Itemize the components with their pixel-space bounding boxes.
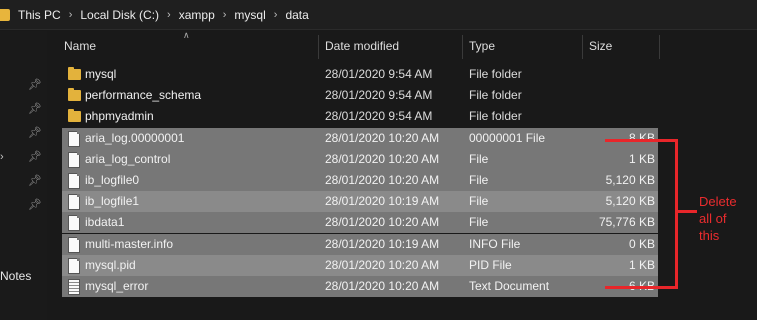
delete-annotation-text: Delete all of this: [699, 194, 737, 243]
navigation-pane: 📌︎ 📌︎ 📌︎ › 📌︎ 📌︎ 📌︎ Notes: [0, 31, 47, 320]
column-header-type[interactable]: Type: [469, 33, 495, 59]
folder-icon: [0, 8, 10, 21]
file-type: Text Document: [469, 279, 550, 293]
file-size: 75,776 KB: [598, 215, 655, 230]
annotation-bracket-top: [605, 139, 677, 142]
file-name: mysql_error: [85, 279, 149, 293]
file-row[interactable]: ibdata1 28/01/2020 10:20 AM File 75,776 KB: [62, 212, 658, 234]
pin-icon[interactable]: 📌︎: [28, 151, 42, 163]
file-type: PID File: [469, 257, 512, 272]
annotation-bracket-vertical: [675, 139, 678, 289]
column-header-size[interactable]: Size: [589, 33, 612, 59]
breadcrumb-xampp[interactable]: xampp: [179, 8, 215, 22]
file-row[interactable]: aria_log_control 28/01/2020 10:20 AM File 1…: [62, 148, 658, 170]
chevron-right-icon[interactable]: ›: [223, 9, 227, 21]
file-name: aria_log.00000001: [85, 130, 185, 145]
chevron-right-icon[interactable]: ›: [167, 9, 171, 21]
file-date-modified: 28/01/2020 10:20 AM: [325, 279, 440, 293]
file-row[interactable]: aria_log.00000001 28/01/2020 10:20 AM 0000…: [62, 127, 658, 149]
file-name: ib_logfile1: [85, 194, 140, 209]
breadcrumb-data[interactable]: data: [285, 8, 308, 22]
file-type: File: [469, 151, 489, 166]
address-breadcrumb[interactable]: This PC › Local Disk (C:) › xampp › mysq…: [0, 0, 757, 30]
breadcrumb-mysql[interactable]: mysql: [234, 8, 265, 22]
folder-icon: [68, 67, 81, 80]
pin-icon[interactable]: 📌︎: [28, 127, 42, 139]
file-date-modified: 28/01/2020 9:54 AM: [325, 88, 433, 103]
file-name: phpmyadmin: [85, 109, 154, 124]
file-size: 5,120 KB: [605, 194, 655, 209]
text-document-icon: [68, 279, 80, 295]
column-divider[interactable]: [659, 35, 660, 59]
file-icon: [68, 257, 80, 274]
breadcrumb-local-disk[interactable]: Local Disk (C:): [80, 8, 159, 22]
chevron-right-icon[interactable]: ›: [69, 9, 73, 21]
folder-icon: [68, 88, 81, 102]
file-name: performance_schema: [85, 88, 202, 103]
truncated-nav-item-icon: ›: [0, 151, 4, 163]
sidebar-item-notes[interactable]: Notes: [0, 269, 31, 283]
folder-icon: [68, 109, 81, 123]
file-date-modified: 28/01/2020 10:19 AM: [325, 194, 440, 209]
file-type: File: [469, 173, 489, 187]
file-date-modified: 28/01/2020 10:20 AM: [325, 151, 440, 166]
sort-ascending-icon: ∧: [183, 30, 190, 40]
file-size: 0 KB: [628, 236, 655, 251]
file-date-modified: 28/01/2020 10:20 AM: [325, 173, 440, 187]
column-header-date-modified[interactable]: Date modified: [325, 33, 399, 59]
column-divider[interactable]: [318, 35, 319, 59]
file-type: 00000001 File: [469, 130, 546, 145]
file-type: File folder: [469, 109, 522, 124]
file-row[interactable]: ib_logfile1 28/01/2020 10:19 AM File 5,120 …: [62, 191, 658, 213]
file-row[interactable]: mysql.pid 28/01/2020 10:20 AM PID File 1 KB: [62, 254, 658, 276]
file-size: 1 KB: [628, 151, 655, 166]
file-date-modified: 28/01/2020 10:20 AM: [325, 215, 440, 230]
file-name: mysql.pid: [85, 257, 136, 272]
file-icon: [68, 173, 80, 189]
file-icon: [68, 130, 80, 147]
file-name: mysql: [85, 67, 117, 81]
file-date-modified: 28/01/2020 10:20 AM: [325, 130, 440, 145]
pin-icon[interactable]: 📌︎: [28, 175, 42, 187]
file-icon: [68, 194, 80, 211]
file-name: multi-master.info: [85, 236, 174, 251]
pin-icon[interactable]: 📌︎: [28, 79, 42, 91]
file-row[interactable]: performance_schema 28/01/2020 9:54 AM File…: [62, 85, 658, 106]
column-divider[interactable]: [582, 35, 583, 59]
breadcrumb-this-pc[interactable]: This PC: [18, 8, 61, 22]
file-row[interactable]: mysql 28/01/2020 9:54 AM File folder: [62, 64, 658, 85]
file-row[interactable]: phpmyadmin 28/01/2020 9:54 AM File folder: [62, 106, 658, 127]
file-icon: [68, 236, 80, 253]
file-icon: [68, 151, 80, 168]
column-header: ∧ Name Date modified Type Size: [56, 30, 660, 59]
file-type: File: [469, 194, 489, 209]
file-row[interactable]: multi-master.info 28/01/2020 10:19 AM INFO…: [62, 233, 658, 255]
file-date-modified: 28/01/2020 9:54 AM: [325, 109, 433, 124]
file-type: File: [469, 215, 489, 230]
file-date-modified: 28/01/2020 10:19 AM: [325, 236, 440, 251]
file-date-modified: 28/01/2020 10:20 AM: [325, 257, 440, 272]
pin-icon[interactable]: 📌︎: [28, 199, 42, 211]
column-header-name[interactable]: Name: [64, 33, 96, 59]
file-icon: [68, 215, 80, 232]
file-date-modified: 28/01/2020 9:54 AM: [325, 67, 433, 81]
file-type: File folder: [469, 88, 522, 103]
annotation-bracket-tick: [677, 210, 697, 213]
pin-icon[interactable]: 📌︎: [28, 103, 42, 115]
file-size: 1 KB: [628, 257, 655, 272]
file-row[interactable]: ib_logfile0 28/01/2020 10:20 AM File 5,120 …: [62, 170, 658, 191]
file-name: aria_log_control: [85, 151, 171, 166]
file-row[interactable]: mysql_error 28/01/2020 10:20 AM Text Docum…: [62, 276, 658, 297]
column-divider[interactable]: [462, 35, 463, 59]
file-name: ib_logfile0: [85, 173, 140, 187]
file-type: File folder: [469, 67, 522, 81]
file-size: 5,120 KB: [605, 173, 655, 187]
chevron-right-icon[interactable]: ›: [274, 9, 278, 21]
annotation-bracket-bottom: [605, 286, 677, 289]
file-type: INFO File: [469, 236, 521, 251]
file-name: ibdata1: [85, 215, 125, 230]
